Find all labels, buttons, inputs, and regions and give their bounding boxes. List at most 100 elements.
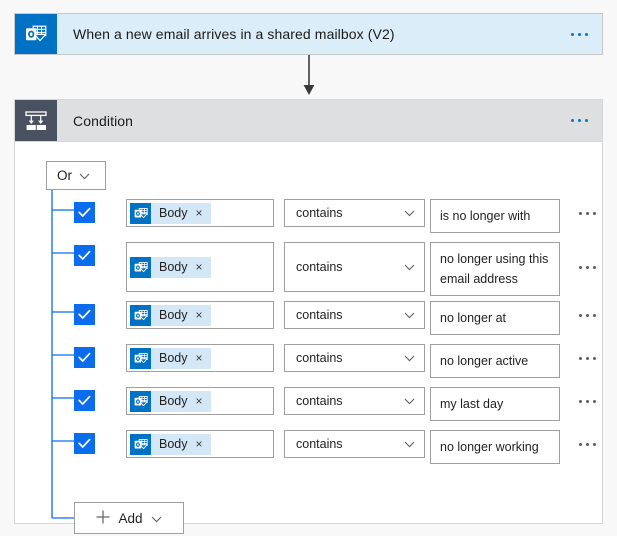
condition-operator-dropdown[interactable]: contains [284, 344, 425, 372]
outlook-icon [130, 202, 151, 224]
condition-value-input[interactable]: my last day [430, 387, 560, 421]
condition-field-input[interactable]: Body × [126, 301, 274, 329]
chevron-down-icon [79, 168, 90, 183]
dynamic-content-token[interactable]: Body × [130, 433, 211, 455]
condition-row-checkbox[interactable] [74, 433, 95, 454]
condition-operator-dropdown[interactable]: contains [284, 301, 425, 329]
dynamic-content-token[interactable]: Body × [130, 304, 211, 326]
remove-token-icon[interactable]: × [196, 261, 203, 273]
dot [578, 211, 582, 215]
condition-value-input[interactable]: no longer working [430, 430, 560, 464]
condition-operator-value: contains [296, 437, 343, 451]
condition-title: Condition [73, 112, 134, 129]
dot [577, 119, 581, 122]
dynamic-content-token[interactable]: Body × [130, 347, 211, 369]
condition-row-checkbox[interactable] [74, 245, 95, 266]
dot [578, 265, 582, 269]
condition-overflow-menu-button[interactable] [556, 100, 602, 141]
dynamic-content-token[interactable]: Body × [130, 390, 211, 412]
remove-token-icon[interactable]: × [196, 352, 203, 364]
flow-connector-arrow [302, 55, 316, 97]
condition-operator-value: contains [296, 206, 343, 220]
condition-row-checkbox[interactable] [74, 390, 95, 411]
plus-icon [96, 510, 110, 527]
condition-operator-value: contains [296, 351, 343, 365]
remove-token-icon[interactable]: × [196, 207, 203, 219]
condition-field-input[interactable]: Body × [126, 430, 274, 458]
condition-value-input[interactable]: is no longer with [430, 199, 560, 233]
remove-token-icon[interactable]: × [196, 309, 203, 321]
dot [592, 211, 596, 215]
chevron-down-icon [404, 206, 415, 220]
condition-value-input[interactable]: no longer using this email address [430, 242, 560, 296]
outlook-icon [130, 256, 151, 278]
dot [592, 356, 596, 360]
condition-row-overflow-menu-button[interactable] [572, 387, 602, 415]
condition-operator-value: contains [296, 394, 343, 408]
condition-row-overflow-menu-button[interactable] [572, 344, 602, 372]
dot [592, 399, 596, 403]
chevron-down-icon [404, 260, 415, 274]
condition-value-input[interactable]: no longer active [430, 344, 560, 378]
dot [585, 265, 589, 269]
dot [578, 442, 582, 446]
trigger-card[interactable]: When a new email arrives in a shared mai… [14, 13, 603, 55]
dynamic-content-token[interactable]: Body × [130, 202, 211, 224]
outlook-icon [130, 304, 151, 326]
dynamic-content-token[interactable]: Body × [130, 256, 211, 278]
group-operator-value: Or [57, 168, 72, 183]
token-label: Body [159, 437, 188, 451]
condition-branch-icon [15, 100, 57, 141]
trigger-title: When a new email arrives in a shared mai… [73, 26, 395, 42]
dot [570, 32, 574, 36]
add-condition-button[interactable]: Add [74, 502, 184, 534]
condition-row-overflow-menu-button[interactable] [572, 301, 602, 329]
dot [585, 399, 589, 403]
condition-row-checkbox[interactable] [74, 202, 95, 223]
condition-row-overflow-menu-button[interactable] [572, 253, 602, 281]
chevron-down-icon [404, 351, 415, 365]
condition-operator-dropdown[interactable]: contains [284, 242, 425, 292]
dot [585, 313, 589, 317]
condition-card: Condition Or Body × contains is no longe… [14, 99, 603, 534]
outlook-icon [130, 433, 151, 455]
dot [585, 356, 589, 360]
condition-operator-value: contains [296, 260, 343, 274]
chevron-down-icon [404, 437, 415, 451]
remove-token-icon[interactable]: × [196, 395, 203, 407]
condition-field-input[interactable]: Body × [126, 242, 274, 292]
chevron-down-icon [404, 308, 415, 322]
dot [585, 211, 589, 215]
condition-row-checkbox[interactable] [74, 347, 95, 368]
token-label: Body [159, 206, 188, 220]
dot [585, 442, 589, 446]
dot [570, 119, 574, 122]
condition-field-input[interactable]: Body × [126, 344, 274, 372]
remove-token-icon[interactable]: × [196, 438, 203, 450]
flow-designer-canvas: When a new email arrives in a shared mai… [0, 0, 617, 536]
outlook-icon [130, 347, 151, 369]
condition-field-input[interactable]: Body × [126, 199, 274, 227]
condition-value-input[interactable]: no longer at [430, 301, 560, 335]
trigger-overflow-menu-button[interactable] [556, 14, 602, 54]
token-label: Body [159, 394, 188, 408]
condition-operator-dropdown[interactable]: contains [284, 199, 425, 227]
condition-operator-value: contains [296, 308, 343, 322]
condition-field-input[interactable]: Body × [126, 387, 274, 415]
token-label: Body [159, 308, 188, 322]
token-label: Body [159, 260, 188, 274]
token-label: Body [159, 351, 188, 365]
chevron-down-icon [151, 511, 162, 526]
condition-row-overflow-menu-button[interactable] [572, 430, 602, 458]
condition-operator-dropdown[interactable]: contains [284, 430, 425, 458]
condition-header[interactable]: Condition [15, 100, 602, 142]
dot [584, 32, 588, 36]
add-condition-label: Add [118, 510, 143, 526]
outlook-icon [130, 390, 151, 412]
dot [592, 313, 596, 317]
group-operator-dropdown[interactable]: Or [46, 161, 106, 190]
condition-row-overflow-menu-button[interactable] [572, 199, 602, 227]
dot [577, 32, 581, 36]
condition-operator-dropdown[interactable]: contains [284, 387, 425, 415]
condition-row-checkbox[interactable] [74, 304, 95, 325]
